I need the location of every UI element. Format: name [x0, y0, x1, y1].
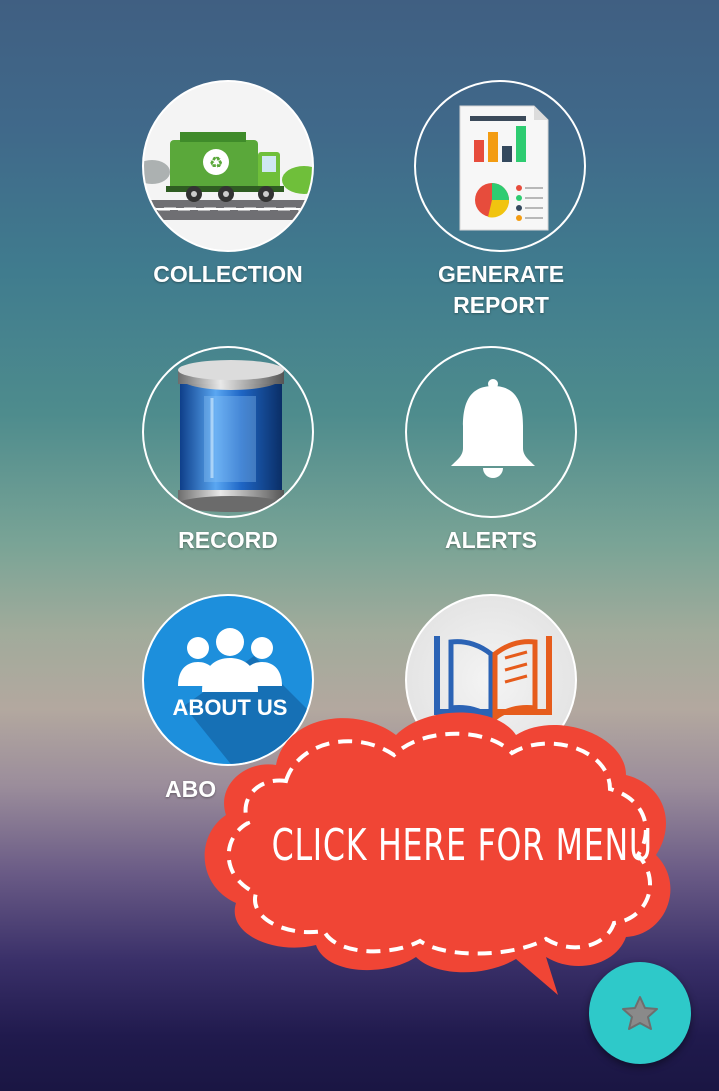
record-label: RECORD [178, 527, 278, 553]
alerts-label: ALERTS [445, 527, 537, 553]
collection-label: COLLECTION [153, 261, 303, 287]
collection-button[interactable]: ♻ [142, 80, 314, 252]
svg-text:♻: ♻ [209, 153, 223, 172]
report-icon [459, 105, 549, 231]
star-icon [622, 996, 658, 1030]
bell-icon [451, 379, 535, 478]
generate-report-button[interactable] [414, 80, 586, 252]
database-icon [178, 360, 284, 512]
garbage-truck-icon: ♻ [144, 132, 312, 250]
generate-report-label: GENERATE REPORT [437, 261, 565, 318]
alerts-button[interactable] [405, 346, 577, 518]
callout-text[interactable]: CLICK HERE FOR MENU [272, 820, 652, 871]
record-button[interactable] [142, 346, 314, 518]
menu-fab-button[interactable] [589, 962, 691, 1064]
